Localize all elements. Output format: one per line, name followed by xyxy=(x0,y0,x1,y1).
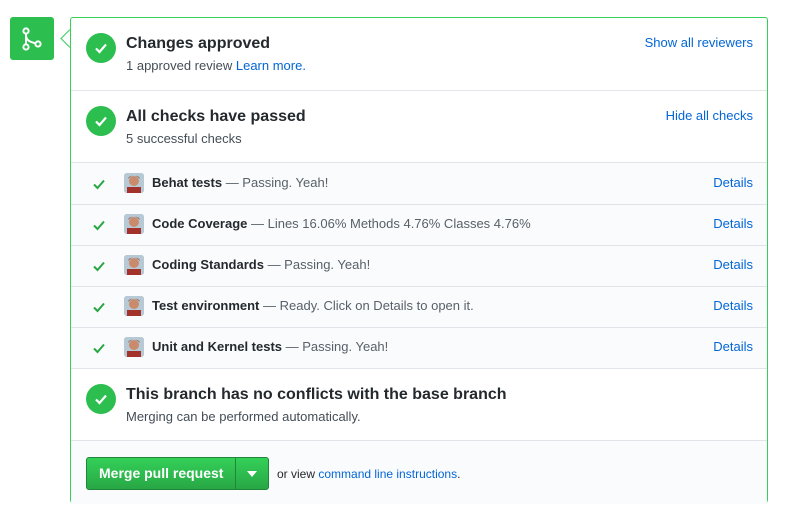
check-icon xyxy=(93,261,105,272)
conflicts-subtitle: Merging can be performed automatically. xyxy=(126,409,361,424)
git-merge-badge xyxy=(10,17,54,60)
check-description: — Lines 16.06% Methods 4.76% Classes 4.7… xyxy=(247,216,531,231)
check-row: Unit and Kernel tests — Passing. Yeah! D… xyxy=(71,327,767,368)
avatar xyxy=(124,214,144,234)
check-text: Unit and Kernel tests — Passing. Yeah! xyxy=(152,339,388,354)
merge-status-panel: Changes approved 1 approved review Learn… xyxy=(70,17,768,504)
avatar xyxy=(124,255,144,275)
check-name: Behat tests xyxy=(152,175,223,190)
check-description: — Passing. Yeah! xyxy=(222,175,329,190)
check-description: — Passing. Yeah! xyxy=(282,339,389,354)
checks-subtitle: 5 successful checks xyxy=(126,131,242,146)
checks-title: All checks have passed xyxy=(126,108,306,125)
checks-status-icon xyxy=(86,106,116,136)
hide-all-checks-link[interactable]: Hide all checks xyxy=(666,108,753,123)
check-name: Code Coverage xyxy=(152,216,248,231)
merge-footer: Merge pull request or view command line … xyxy=(71,440,767,504)
check-text: Code Coverage — Lines 16.06% Methods 4.7… xyxy=(152,216,531,231)
check-name: Test environment xyxy=(152,298,260,313)
conflicts-section: This branch has no conflicts with the ba… xyxy=(71,369,767,440)
conflicts-title: This branch has no conflicts with the ba… xyxy=(126,386,507,403)
approval-status-icon xyxy=(86,33,116,63)
check-icon xyxy=(93,343,105,354)
check-icon xyxy=(93,179,105,190)
git-merge-icon xyxy=(22,27,42,51)
check-icon xyxy=(93,220,105,231)
check-name: Unit and Kernel tests xyxy=(152,339,283,354)
check-row: Test environment — Ready. Click on Detai… xyxy=(71,286,767,327)
avatar xyxy=(124,337,144,357)
conflicts-status-icon xyxy=(86,384,116,414)
show-all-reviewers-link[interactable]: Show all reviewers xyxy=(645,35,753,50)
check-text: Test environment — Ready. Click on Detai… xyxy=(152,298,474,313)
approval-subtitle: 1 approved review Learn more. xyxy=(126,58,306,73)
merge-pull-request-button[interactable]: Merge pull request xyxy=(87,458,237,489)
approval-title: Changes approved xyxy=(126,35,271,52)
command-line-instructions-link[interactable]: command line instructions xyxy=(318,467,457,481)
command-line-hint: or view command line instructions. xyxy=(277,467,460,481)
check-text: Behat tests — Passing. Yeah! xyxy=(152,175,328,190)
check-text: Coding Standards — Passing. Yeah! xyxy=(152,257,370,272)
check-circle-icon xyxy=(95,116,107,127)
avatar xyxy=(124,296,144,316)
details-link[interactable]: Details xyxy=(713,298,753,313)
command-line-suffix: . xyxy=(457,467,461,481)
learn-more-link[interactable]: Learn more. xyxy=(236,58,306,73)
merge-button-group: Merge pull request xyxy=(86,457,270,490)
approval-section: Changes approved 1 approved review Learn… xyxy=(71,18,767,91)
approval-count: 1 approved review xyxy=(126,58,233,73)
check-row: Coding Standards — Passing. Yeah! Detail… xyxy=(71,245,767,286)
details-link[interactable]: Details xyxy=(713,257,753,272)
details-link[interactable]: Details xyxy=(713,339,753,354)
avatar xyxy=(124,173,144,193)
check-circle-icon xyxy=(95,43,107,54)
checks-summary-section: All checks have passed 5 successful chec… xyxy=(71,91,767,163)
triangle-down-icon xyxy=(247,471,258,477)
check-row: Code Coverage — Lines 16.06% Methods 4.7… xyxy=(71,204,767,245)
check-description: — Ready. Click on Details to open it. xyxy=(259,298,474,313)
command-line-prefix: or view xyxy=(277,467,316,481)
check-icon xyxy=(93,302,105,313)
check-circle-icon xyxy=(95,394,107,405)
check-description: — Passing. Yeah! xyxy=(263,257,371,272)
check-row: Behat tests — Passing. Yeah! Details xyxy=(71,163,767,204)
merge-options-dropdown[interactable] xyxy=(236,458,268,489)
details-link[interactable]: Details xyxy=(713,216,753,231)
details-link[interactable]: Details xyxy=(713,175,753,190)
check-name: Coding Standards xyxy=(152,257,264,272)
